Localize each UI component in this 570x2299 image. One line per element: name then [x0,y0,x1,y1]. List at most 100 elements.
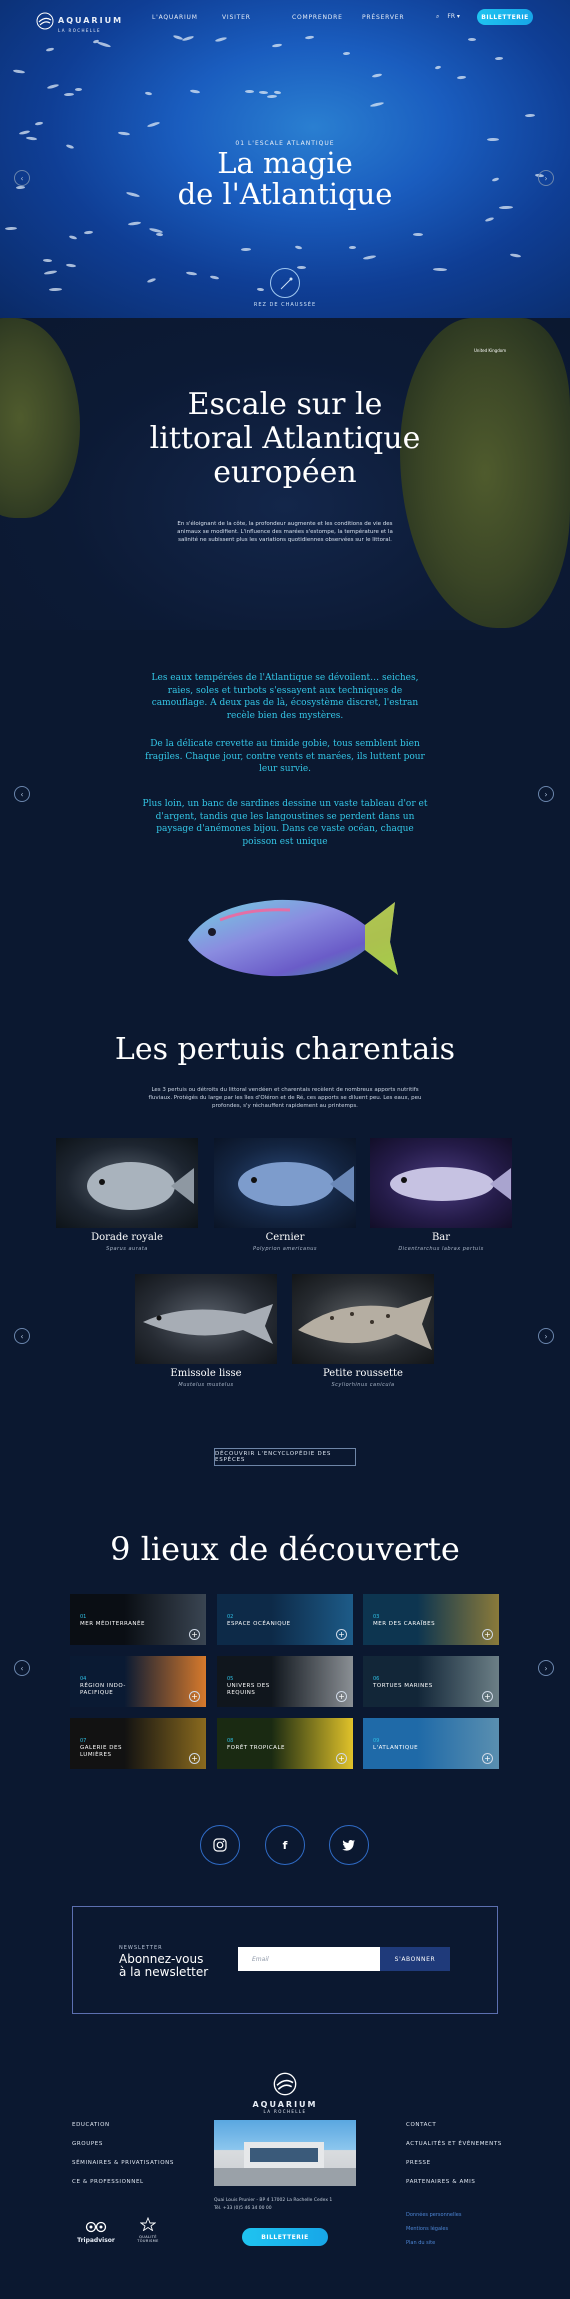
fish-shape [74,88,82,92]
footer-link-education[interactable]: EDUCATION [72,2122,110,2128]
fish-shape [68,235,78,241]
fish-shape [304,35,314,40]
species-image-roussette[interactable] [292,1274,434,1364]
prev-arrow-icon[interactable]: ‹ [14,1328,30,1344]
nav-item-visiter[interactable]: VISITER [222,14,292,21]
star-badge-icon [139,2216,157,2232]
footer-link-seminaires[interactable]: SÉMINAIRES & PRIVATISATIONS [72,2160,174,2166]
plus-icon[interactable]: + [189,1753,200,1764]
footer-logo-subtitle: LA ROCHELLE [263,2109,307,2114]
footer-link-actualites[interactable]: ACTUALITÉS ET ÉVÉNEMENTS [406,2141,502,2147]
fish-shape [45,46,55,52]
plus-icon[interactable]: + [189,1629,200,1640]
place-card-tortues[interactable]: 06 TORTUES MARINES + [363,1656,499,1707]
prev-arrow-icon[interactable]: ‹ [14,170,30,186]
language-select[interactable]: FR ▾ [447,13,460,21]
search-icon[interactable]: ⌕ [436,13,439,21]
footer-ticket-button[interactable]: BILLETTERIE [242,2228,328,2246]
place-label: GALERIE DES LUMIÈRES [80,1745,122,1758]
plus-icon[interactable]: + [482,1629,493,1640]
qualite-tourisme-label: QUALITÉ TOURISME [137,2235,159,2243]
next-arrow-icon[interactable]: › [538,1328,554,1344]
nav-item-preserver[interactable]: PRÉSERVER [362,14,432,21]
plus-icon[interactable]: + [482,1691,493,1702]
species-latin-cernier: Polyprion americanus [252,1246,318,1252]
fish-shape [495,56,503,61]
nav-item-comprendre[interactable]: COMPRENDRE [292,14,362,21]
place-number: 02 [227,1614,234,1620]
instagram-icon[interactable] [200,1825,240,1865]
prev-arrow-icon[interactable]: ‹ [14,786,30,802]
fish-shape [84,230,94,235]
prev-arrow-icon[interactable]: ‹ [14,1660,30,1676]
fish-shape [43,269,58,275]
species-image-bar[interactable] [370,1138,512,1228]
next-arrow-icon[interactable]: › [538,786,554,802]
ticket-button[interactable]: BILLETTERIE [477,9,533,25]
place-card-requins[interactable]: 05 UNIVERS DES REQUINS + [217,1656,353,1707]
place-card-indo-pacifique[interactable]: 04 RÉGION INDO-PACIFIQUE + [70,1656,206,1707]
footer-link-partenaires[interactable]: PARTENAIRES & AMIS [406,2179,475,2185]
fish-shape [66,263,77,268]
depth-icon[interactable] [270,268,300,298]
qualite-tourisme-logo[interactable]: QUALITÉ TOURISME [128,2216,168,2243]
building-photo [214,2120,356,2186]
footer-link-contact[interactable]: CONTACT [406,2122,436,2128]
facebook-icon[interactable]: f [265,1825,305,1865]
species-image-cernier[interactable] [214,1138,356,1228]
plus-icon[interactable]: + [189,1691,200,1702]
depth-label: REZ DE CHAUSSÉE [253,302,317,308]
species-name-cernier[interactable]: Cernier [214,1232,356,1243]
footer-link-mentions[interactable]: Mentions légales [406,2226,448,2232]
fish-shape [118,131,131,137]
species-name-bar[interactable]: Bar [370,1232,512,1243]
fish-shape [19,129,31,136]
fish-shape [145,90,153,96]
plus-icon[interactable]: + [336,1691,347,1702]
place-number: 07 [80,1738,87,1744]
footer-logo[interactable]: AQUARIUM LA ROCHELLE [250,2072,320,2114]
footer-link-presse[interactable]: PRESSE [406,2160,431,2166]
hero-title: La magie de l'Atlantique [0,148,570,210]
place-card-caraibes[interactable]: 03 MER DES CARAÏBES + [363,1594,499,1645]
intro-paragraph-1: Les eaux tempérées de l'Atlantique se dé… [151,673,419,721]
fish-shape [210,275,220,280]
footer-link-donnees[interactable]: Données personnelles [406,2212,461,2218]
place-number: 05 [227,1676,234,1682]
plus-icon[interactable]: + [336,1629,347,1640]
footer-link-groupes[interactable]: GROUPES [72,2141,103,2147]
encyclopedia-button[interactable]: DÉCOUVRIR L'ENCYCLOPÉDIE DES ESPÈCES [214,1448,356,1466]
fish-shape [49,287,63,291]
fish-shape [295,245,303,250]
logo[interactable]: AQUARIUM LA ROCHELLE [36,8,123,33]
next-arrow-icon[interactable]: › [538,1660,554,1676]
place-card-galerie[interactable]: 07 GALERIE DES LUMIÈRES + [70,1718,206,1769]
fish-shape [43,258,53,262]
species-name-dorade[interactable]: Dorade royale [56,1232,198,1243]
fish-shape [274,90,282,95]
nav-item-aquarium[interactable]: L'AQUARIUM [152,14,222,21]
email-field[interactable]: Email [238,1947,380,1971]
twitter-icon[interactable] [329,1825,369,1865]
tripadvisor-logo[interactable]: Tripadvisor [76,2218,116,2244]
fish-shape [509,252,522,258]
place-card-oceanique[interactable]: 02 ESPACE OCÉANIQUE + [217,1594,353,1645]
footer-link-plan[interactable]: Plan du site [406,2240,435,2246]
species-image-dorade[interactable] [56,1138,198,1228]
subscribe-button[interactable]: S'ABONNER [380,1947,450,1971]
place-card-mediterranee[interactable]: 01 MER MÉDITERRANÉE + [70,1594,206,1645]
species-name-emissole[interactable]: Emissole lisse [135,1368,277,1379]
species-name-roussette[interactable]: Petite roussette [292,1368,434,1379]
species-image-emissole[interactable] [135,1274,277,1364]
place-card-atlantique[interactable]: 09 L'ATLANTIQUE + [363,1718,499,1769]
place-number: 06 [373,1676,380,1682]
place-card-foret[interactable]: 08 FORÊT TROPICALE + [217,1718,353,1769]
plus-icon[interactable]: + [336,1753,347,1764]
plus-icon[interactable]: + [482,1753,493,1764]
fish-shape [485,216,495,222]
next-arrow-icon[interactable]: › [538,170,554,186]
fish-shape [369,101,384,108]
logo-title: AQUARIUM [58,16,124,25]
footer-link-ce[interactable]: CE & PROFESSIONNEL [72,2179,144,2185]
place-label: RÉGION INDO-PACIFIQUE [80,1683,126,1696]
